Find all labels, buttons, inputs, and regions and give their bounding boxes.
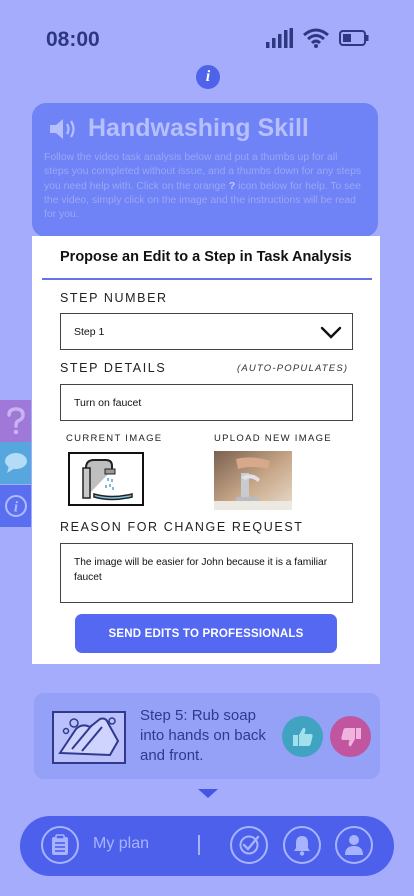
wifi-icon — [303, 28, 329, 48]
info-circle-icon: i — [4, 495, 27, 517]
info-icon[interactable]: i — [196, 65, 220, 89]
upload-faucet-photo[interactable] — [214, 451, 292, 510]
edit-step-modal: Propose an Edit to a Step in Task Analys… — [32, 236, 380, 664]
step-text: Step 5: Rub soap into hands on back and … — [140, 707, 266, 764]
bell-icon — [294, 836, 310, 856]
auto-populates-hint: (AUTO-POPULATES) — [237, 363, 349, 374]
chevron-down-icon — [320, 326, 342, 339]
clipboard-icon — [52, 834, 68, 855]
thumbs-up-icon — [292, 727, 313, 746]
expand-caret-icon[interactable] — [198, 789, 218, 798]
reason-textarea[interactable]: The image will be easier for John becaus… — [60, 543, 353, 603]
chat-tab[interactable] — [0, 442, 31, 484]
send-edits-button[interactable]: SEND EDITS TO PROFESSIONALS — [75, 614, 337, 653]
user-icon — [345, 835, 363, 855]
step-details-value: Turn on faucet — [74, 396, 142, 409]
battery-icon — [339, 30, 369, 46]
status-time: 08:00 — [46, 28, 100, 51]
skill-instructions: Follow the video task analysis below and… — [44, 151, 364, 222]
check-circle-icon — [239, 835, 260, 855]
question-icon — [6, 407, 25, 435]
step-number-select[interactable]: Step 1 — [60, 313, 353, 350]
modal-divider — [42, 278, 372, 280]
nav-separator — [198, 835, 200, 855]
plan-button[interactable] — [41, 826, 79, 864]
my-plan-label[interactable]: My plan — [93, 835, 149, 853]
svg-text:i: i — [13, 500, 18, 516]
current-image-label: CURRENT IMAGE — [66, 433, 163, 444]
thumbs-up-button[interactable] — [282, 716, 323, 757]
step-details-label: STEP DETAILS — [60, 361, 167, 375]
current-faucet-image — [68, 452, 144, 506]
profile-button[interactable] — [335, 826, 373, 864]
reason-label: REASON FOR CHANGE REQUEST — [60, 520, 304, 534]
modal-title: Propose an Edit to a Step in Task Analys… — [60, 249, 352, 265]
handwashing-step-image[interactable] — [52, 711, 126, 764]
step-number-label: STEP NUMBER — [60, 291, 168, 305]
help-tab[interactable] — [0, 400, 31, 442]
upload-image-label: UPLOAD NEW IMAGE — [214, 433, 332, 444]
thumbs-down-button[interactable] — [330, 716, 371, 757]
notifications-button[interactable] — [283, 826, 321, 864]
speaker-icon[interactable] — [48, 117, 80, 141]
step-details-field[interactable]: Turn on faucet — [60, 384, 353, 421]
info-tab[interactable]: i — [0, 485, 31, 527]
chat-bubble-icon — [4, 453, 27, 473]
signal-icon — [266, 28, 293, 48]
status-icons — [266, 28, 369, 48]
thumbs-down-icon — [340, 727, 361, 746]
checklist-button[interactable] — [230, 826, 268, 864]
step-number-value: Step 1 — [74, 325, 105, 338]
skill-title: Handwashing Skill — [88, 114, 309, 142]
